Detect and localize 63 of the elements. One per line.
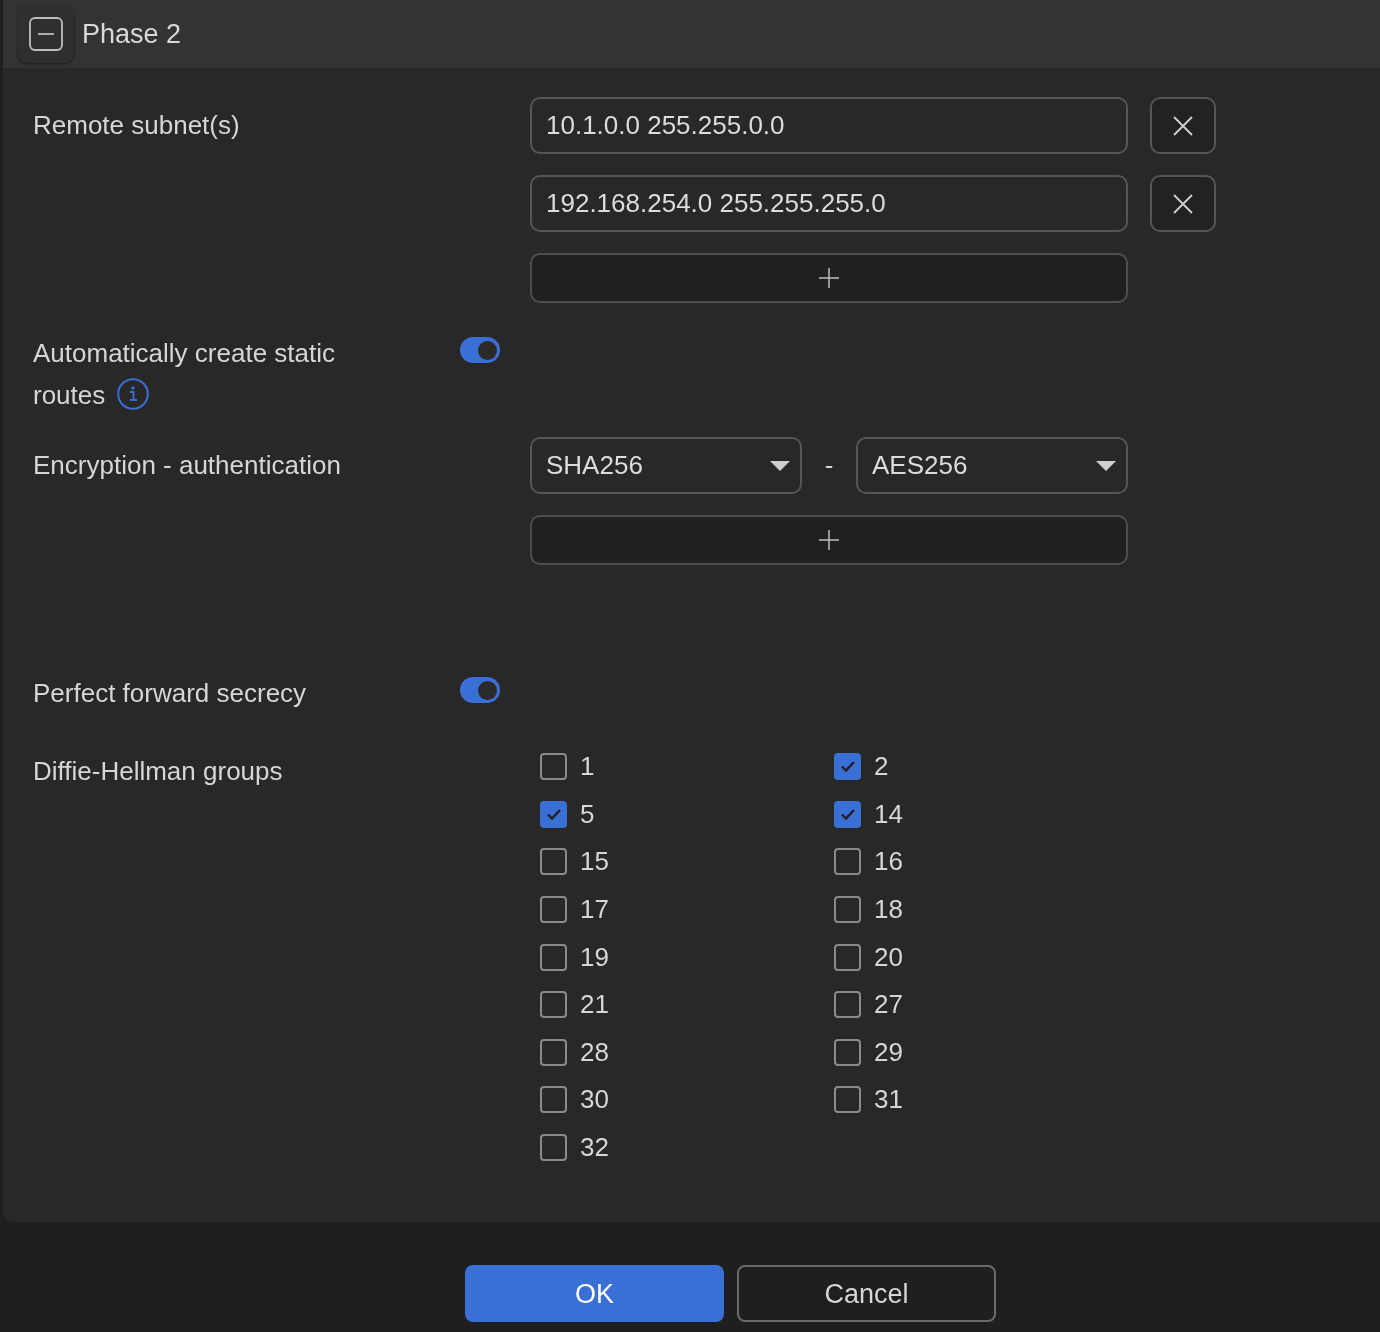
text-field[interactable]: 192.168.254.0 255.255.255.0 [530, 175, 1128, 232]
section-title: Phase 2 [82, 17, 182, 51]
checkbox[interactable] [834, 943, 861, 971]
checkbox[interactable] [540, 1038, 567, 1066]
checkbox[interactable] [540, 991, 567, 1019]
field-label: Automatically create static routes [33, 337, 336, 412]
checkbox-label: 28 [580, 1035, 609, 1069]
checkbox[interactable] [834, 1086, 861, 1114]
checkbox-label: 30 [580, 1083, 609, 1117]
field-label: Remote subnet(s) [33, 109, 240, 142]
minus-square-icon [29, 17, 63, 51]
checkbox-label: 21 [580, 988, 609, 1022]
field-label: Diffie-Hellman groups [33, 755, 284, 788]
checkbox-label: 19 [580, 940, 609, 974]
checkbox[interactable] [540, 1134, 567, 1162]
checkbox-label: 2 [874, 750, 889, 784]
checkbox[interactable] [834, 800, 861, 828]
checkbox[interactable] [834, 896, 861, 924]
checkbox[interactable] [834, 848, 861, 876]
dropdown[interactable]: AES256 [856, 437, 1128, 494]
field-label: Encryption - authentication [33, 449, 341, 482]
checkbox[interactable] [540, 800, 567, 828]
checkbox-label: 20 [874, 940, 903, 974]
checkbox-label: 32 [580, 1131, 609, 1165]
checkbox-label: 17 [580, 893, 609, 927]
checkbox[interactable] [834, 1038, 861, 1066]
plus-icon [819, 530, 839, 550]
check-icon [840, 808, 855, 820]
checkbox-label: 15 [580, 845, 609, 879]
checkbox-label: 18 [874, 893, 903, 927]
close-icon [1173, 193, 1193, 214]
ok-button[interactable]: OK [465, 1265, 724, 1323]
checkbox[interactable] [540, 943, 567, 971]
info-icon[interactable] [116, 378, 149, 410]
dropdown[interactable]: SHA256 [530, 437, 802, 494]
checkbox-label: 31 [874, 1083, 903, 1117]
plus-icon [819, 268, 839, 288]
checkbox[interactable] [540, 753, 567, 781]
close-icon [1173, 115, 1193, 136]
check-icon [840, 761, 855, 773]
checkbox-label: 14 [874, 797, 903, 831]
toggle-switch[interactable] [460, 337, 500, 363]
remove-button[interactable] [1150, 97, 1216, 154]
checkbox[interactable] [540, 896, 567, 924]
caret-icon [1096, 460, 1116, 471]
check-icon [546, 808, 561, 820]
text-field[interactable]: 10.1.0.0 255.255.0.0 [530, 97, 1128, 154]
checkbox[interactable] [540, 1086, 567, 1114]
checkbox[interactable] [834, 753, 861, 781]
checkbox-label: 5 [580, 797, 595, 831]
field-label: Perfect forward secrecy [33, 677, 308, 710]
checkbox-label: 16 [874, 845, 903, 879]
remove-button[interactable] [1150, 175, 1216, 232]
caret-icon [770, 460, 790, 471]
collapse-button[interactable] [18, 5, 74, 63]
checkbox-label: 1 [580, 750, 595, 784]
checkbox[interactable] [834, 991, 861, 1019]
separator-dash: - [823, 449, 835, 482]
checkbox[interactable] [540, 848, 567, 876]
checkbox-label: 27 [874, 988, 903, 1022]
toggle-switch[interactable] [460, 677, 500, 703]
cancel-button[interactable]: Cancel [737, 1265, 996, 1323]
checkbox-label: 29 [874, 1035, 903, 1069]
